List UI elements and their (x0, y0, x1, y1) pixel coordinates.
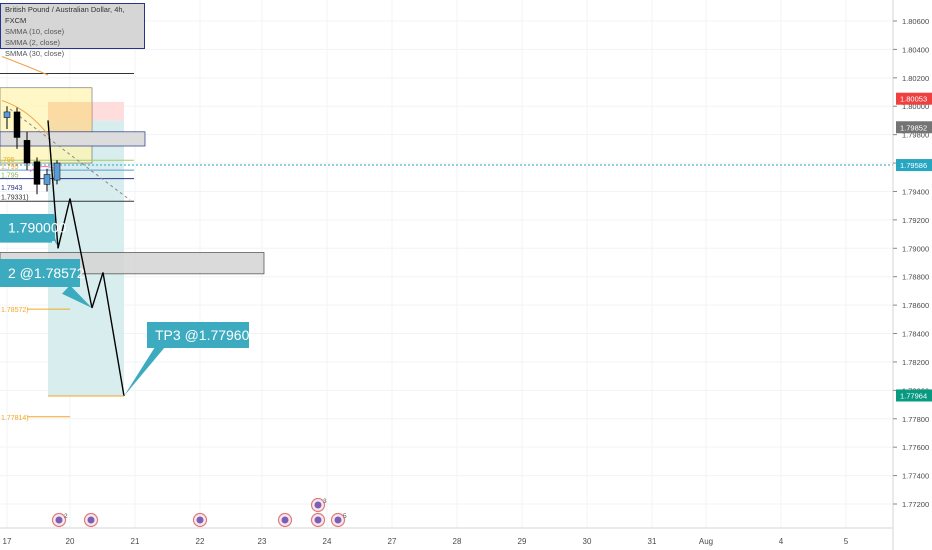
callout-label: 1.790000 (8, 220, 67, 236)
event-count: 3 (323, 498, 327, 505)
event-flag (55, 516, 63, 524)
price-label: 1.80053 (900, 95, 927, 104)
x-axis: 17 20 21 22 23 24 27 28 29 30 31 Aug 4 5 (0, 527, 893, 546)
y-tick-label: 1.79200 (902, 216, 929, 225)
y-tick-label: 1.77800 (902, 415, 929, 424)
y-tick-label: 1.78200 (902, 358, 929, 367)
price-label: 1.79586 (900, 161, 927, 170)
x-tick-label: 23 (258, 537, 267, 546)
event-flag (281, 516, 289, 524)
callout-label: TP3 @1.77960 (155, 327, 250, 343)
x-tick-label: 30 (583, 537, 592, 546)
y-tick-label: 1.79000 (902, 244, 929, 253)
small-level-label: 1.7943 (1, 185, 23, 192)
symbol-title: British Pound / Australian Dollar, 4h, F… (5, 5, 125, 25)
levels: 1.79331)1.78572)1.77814).7951.7951.7951.… (0, 56, 893, 422)
x-tick-label: 22 (196, 537, 205, 546)
y-tick-label: 1.77200 (902, 500, 929, 509)
x-tick-label: 28 (453, 537, 462, 546)
callout-tp3: TP3 @1.77960 (147, 322, 250, 348)
y-tick-label: 1.80400 (902, 45, 929, 54)
y-tick-label: 1.77400 (902, 472, 929, 481)
y-tick-label: 1.77600 (902, 443, 929, 452)
level-label: 1.79331) (1, 194, 29, 201)
event-flag (334, 516, 342, 524)
event-flag (196, 516, 204, 524)
y-axis: 1.806001.804001.802001.800001.798001.796… (892, 0, 932, 550)
x-tick-label: 4 (779, 537, 784, 546)
small-level-label: .795 (1, 157, 15, 164)
y-tick-label: 1.78800 (902, 273, 929, 282)
level-label: 1.78572) (1, 307, 29, 314)
legend-box[interactable]: British Pound / Australian Dollar, 4h, F… (0, 3, 145, 58)
callout-tp2: 2 @1.78572 (0, 259, 85, 287)
x-tick-label: 17 (3, 537, 12, 546)
x-tick-label: 31 (648, 537, 657, 546)
candle-bear (23, 140, 31, 164)
x-tick-label: Aug (699, 537, 713, 546)
x-tick-label: 24 (323, 537, 332, 546)
price-chart[interactable]: 1.79331)1.78572)1.77814).7951.7951.7951.… (0, 0, 932, 550)
candle-bull (53, 162, 61, 181)
level-label: 1.77814) (1, 415, 29, 422)
callout-label: 2 @1.78572 (8, 265, 85, 281)
entry-zone (48, 101, 92, 135)
smma-30-line (1, 56, 49, 76)
x-tick-label: 29 (518, 537, 527, 546)
small-level-label: 1.795 (1, 172, 19, 179)
indicator-smma-10[interactable]: SMMA (10, close) (5, 26, 144, 37)
price-label: 1.77964 (900, 391, 927, 400)
small-level-label: 1.795 (1, 164, 19, 171)
candle-bull (43, 174, 51, 185)
event-flag (87, 516, 95, 524)
x-tick-label: 21 (131, 537, 140, 546)
candle-bull (3, 111, 11, 118)
y-tick-label: 1.80600 (902, 17, 929, 26)
y-tick-label: 1.78600 (902, 301, 929, 310)
event-flag (314, 501, 322, 509)
chart-root: 1.79331) 1.78572) 1.77814) .795 1.795 1.795 1.… (0, 0, 932, 550)
event-flag (314, 516, 322, 524)
indicator-smma-2[interactable]: SMMA (2, close) (5, 37, 144, 48)
grey-box-upper (0, 131, 146, 147)
indicator-smma-30[interactable]: SMMA (30, close) (5, 48, 144, 59)
x-tick-label: 20 (66, 537, 75, 546)
callout-3-tail (124, 347, 165, 397)
y-tick-label: 1.80200 (902, 74, 929, 83)
y-tick-label: 1.79400 (902, 187, 929, 196)
event-count: 5 (343, 513, 347, 520)
y-tick-label: 1.78400 (902, 330, 929, 339)
x-tick-label: 27 (388, 537, 397, 546)
event-count: 2 (64, 513, 68, 520)
candle-bear (13, 111, 21, 138)
price-label: 1.79852 (900, 123, 927, 132)
x-tick-label: 5 (844, 537, 849, 546)
candle-bear (33, 161, 41, 185)
